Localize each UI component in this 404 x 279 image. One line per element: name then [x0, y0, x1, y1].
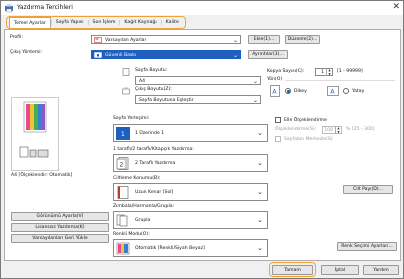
chevron-down-icon: ⌄: [257, 159, 263, 167]
landscape-radio[interactable]: [343, 88, 349, 94]
duplex-label: 1 taraflı/2 taraflı/Kitapçık Yazdırma:: [113, 147, 194, 152]
add-profile-button[interactable]: Ekle(1)...: [248, 35, 280, 44]
cancel-button[interactable]: İptal: [321, 265, 359, 275]
tab-strip: Temel Ayarlar Sayfa Yapısı Son İşlem Kağ…: [6, 16, 186, 29]
page-size-icon: [122, 68, 130, 76]
restore-defaults-button[interactable]: Varsayılanları Geri Yükle: [11, 234, 109, 243]
title-bar: Yazdırma Tercihleri ✕: [1, 1, 403, 15]
group-icon: [116, 214, 128, 227]
collate-label: Zımbala/Harmanla/Grupla:: [113, 204, 175, 209]
output-method-select[interactable]: Güvenli Baskı ⌄: [91, 50, 241, 59]
chevron-down-icon: ⌄: [257, 188, 263, 196]
duplex-icon: 2: [116, 157, 129, 170]
landscape-label: Yatay: [352, 88, 365, 94]
color-mode-icon: [116, 242, 130, 255]
secure-print-icon: [94, 52, 102, 58]
edit-profile-button[interactable]: Düzenle(2)...: [285, 35, 320, 44]
page-layout-label: Sayfa Yerleşimi:: [113, 116, 150, 121]
svg-text:2: 2: [120, 162, 124, 169]
one-page-icon: 1: [116, 127, 130, 140]
chevron-down-icon: ⌄: [232, 36, 238, 44]
binding-icon: [117, 186, 129, 199]
unlicensed-print-button[interactable]: Lisanssız Yazdırma(K): [11, 223, 109, 232]
help-button[interactable]: Yardım: [363, 265, 399, 275]
window-title: Yazdırma Tercihleri: [17, 4, 73, 11]
tab-basic[interactable]: Temel Ayarlar: [9, 17, 51, 28]
duplex-select[interactable]: 2 2 Taraflı Yazdırma ⌄: [113, 154, 268, 172]
page-layout-select[interactable]: 1 1 Üzerinde 1 ⌄: [113, 124, 268, 142]
orientation-label: Yön(O): [267, 77, 283, 82]
scaling-label: Ölçeklendirme(S):: [275, 127, 317, 132]
profile-select[interactable]: Varsayılan Ayarlar ⌄: [91, 35, 241, 44]
scaling-range: % [25 - 300]: [346, 127, 375, 132]
chevron-down-icon: ⌄: [257, 129, 263, 137]
color-mode-select[interactable]: Otomatik [Renkli/Siyah Beyaz] ⌄: [113, 239, 268, 257]
ok-button[interactable]: Tamam: [272, 265, 313, 275]
binding-label: Ciltleme Konumu(B):: [113, 176, 161, 181]
chevron-down-icon: ⌄: [257, 216, 263, 224]
chevron-down-icon: ⌄: [232, 51, 238, 59]
preview-caption: A4 [Ölçeklendir: Otomatik]: [11, 173, 73, 178]
portrait-icon: A: [270, 85, 280, 97]
printer-icon: [5, 4, 13, 13]
center-pages-label: Sayfaları Merkezle(S): [284, 136, 333, 142]
output-details-button[interactable]: Ayrıntılar(3)...: [248, 50, 288, 59]
layout-preview-icons: [19, 146, 49, 158]
portrait-radio[interactable]: [285, 88, 291, 94]
output-size-label: Çıkış Boyutu(Z):: [135, 87, 172, 92]
color-settings-button[interactable]: Renk Seçimi Ayarları...: [337, 242, 397, 251]
scaling-stepper[interactable]: 100 ▲ ▼: [322, 126, 342, 134]
basic-settings-panel: Profil: Varsayılan Ayarlar ⌄ Ekle(1)... …: [4, 29, 401, 261]
copies-label: Kopya Sayısı(C):: [267, 69, 305, 74]
spin-arrows-icon[interactable]: ▲ ▼: [335, 126, 341, 134]
gutter-button[interactable]: Cilt Payı(D)...: [343, 185, 393, 194]
tab-page-setup[interactable]: Sayfa Yapısı: [52, 17, 88, 28]
output-method-label: Çıkış Yöntemi:: [10, 50, 43, 55]
landscape-icon: A: [327, 86, 339, 96]
print-preferences-window: Yazdırma Tercihleri ✕ Temel Ayarlar Sayf…: [0, 0, 404, 279]
chevron-down-icon: ⌄: [252, 96, 258, 104]
tab-quality[interactable]: Kalite: [162, 17, 183, 28]
copies-range: [1 - 99999]: [337, 69, 363, 74]
adjust-view-button[interactable]: Görünümü Ayarla(V): [11, 212, 109, 221]
manual-scaling-label: Elle Ölçeklendirme: [284, 117, 327, 123]
tab-paper-source[interactable]: Kağıt Kaynağı: [120, 17, 160, 28]
chevron-down-icon: ⌄: [257, 244, 263, 252]
page-preview: [11, 97, 59, 171]
manual-scaling-checkbox[interactable]: [275, 117, 281, 123]
close-icon[interactable]: ✕: [392, 2, 400, 12]
page-size-label: Sayfa Boyutu:: [135, 68, 168, 73]
color-mode-label: Renkli Modu(O):: [113, 232, 150, 237]
profile-icon: [94, 37, 102, 43]
chevron-down-icon: ⌄: [252, 77, 258, 85]
tab-finishing[interactable]: Son İşlem: [89, 17, 120, 28]
binding-select[interactable]: Uzun Kenar [Sol] ⌄: [113, 183, 268, 201]
portrait-label: Dikey: [294, 88, 307, 94]
center-pages-checkbox[interactable]: [275, 136, 281, 142]
spin-arrows-icon[interactable]: ▲ ▼: [326, 68, 332, 76]
svg-text:1: 1: [121, 131, 125, 138]
profile-label: Profil:: [10, 35, 24, 40]
output-size-icon: [122, 87, 130, 95]
page-size-select[interactable]: A4 ⌄: [135, 76, 261, 85]
output-size-select[interactable]: Sayfa Boyutuna Eşleştir ⌄: [135, 95, 261, 104]
collate-select[interactable]: Grupla ⌄: [113, 211, 268, 229]
copies-stepper[interactable]: 1 ▲ ▼: [315, 68, 333, 76]
preview-image: [23, 101, 47, 133]
